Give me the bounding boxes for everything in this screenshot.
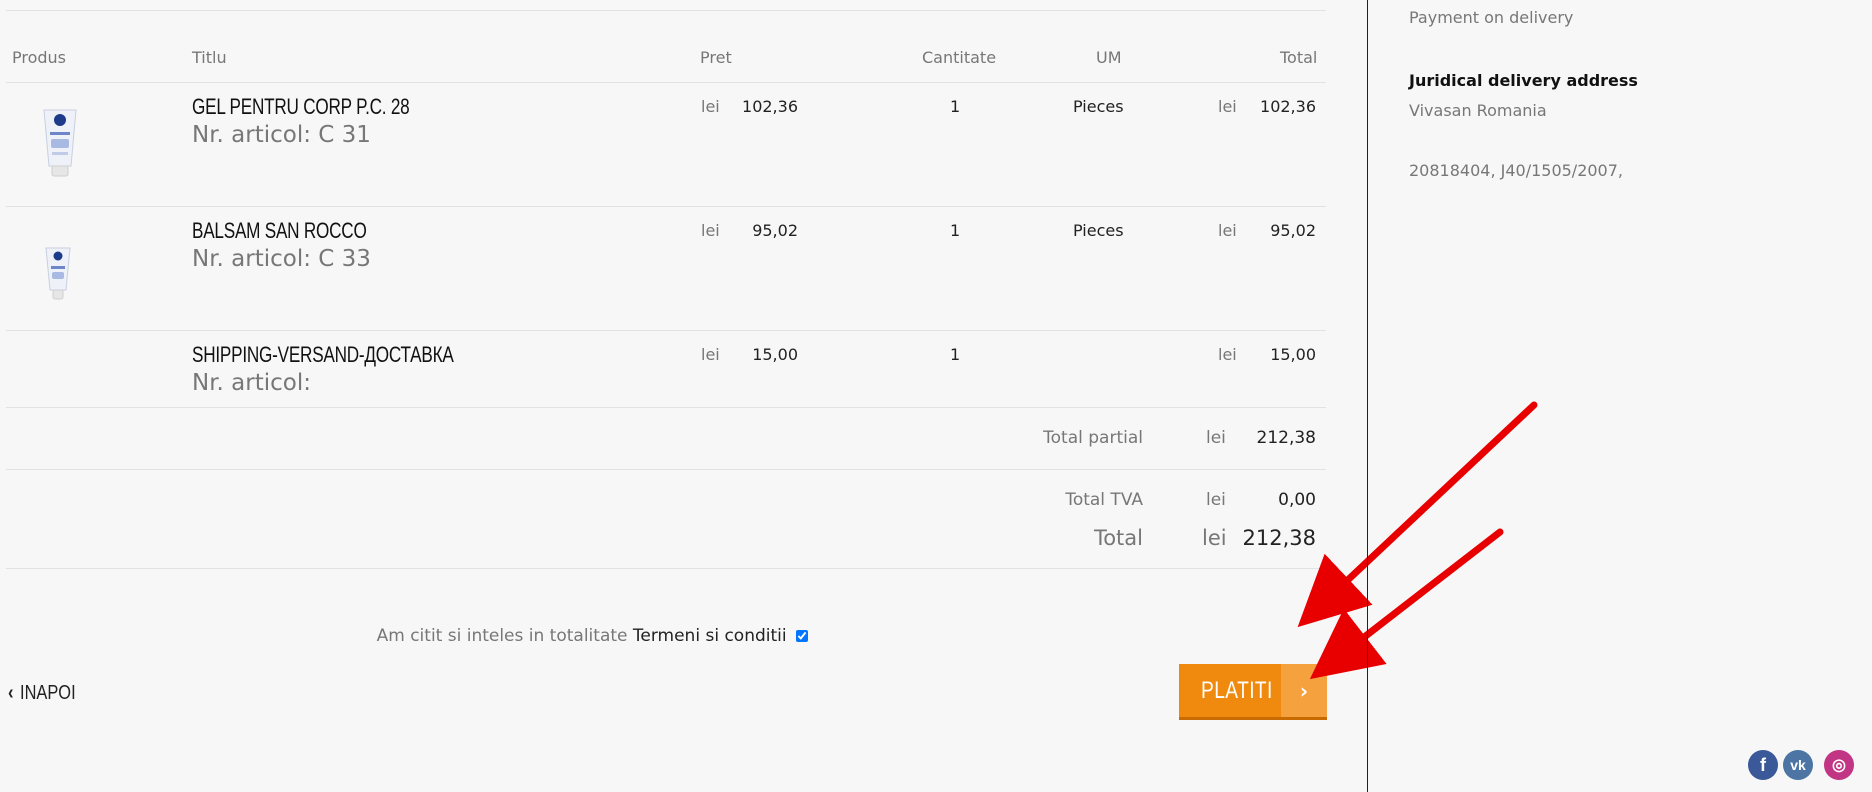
company-name: Vivasan Romania — [1409, 101, 1547, 120]
juridical-heading: Juridical delivery address — [1409, 71, 1638, 90]
arrow-to-terms-checkbox — [1297, 401, 1538, 628]
facebook-icon[interactable]: f — [1748, 750, 1778, 780]
instagram-icon[interactable]: ◎ — [1824, 750, 1854, 780]
vk-icon[interactable]: vk — [1783, 750, 1813, 780]
company-ids: 20818404, J40/1505/2007, — [1409, 161, 1623, 180]
order-review-panel: Produs Titlu Pret Cantitate UM Total GEL… — [0, 0, 1538, 792]
facebook-letter: f — [1760, 754, 1766, 775]
arrow-to-pay-button — [1309, 528, 1504, 680]
column-divider — [1367, 0, 1368, 792]
vk-letter: vk — [1790, 757, 1806, 773]
payment-method: Payment on delivery — [1409, 8, 1574, 27]
annotation-arrows — [1297, 401, 1538, 680]
instagram-glyph: ◎ — [1832, 757, 1846, 774]
